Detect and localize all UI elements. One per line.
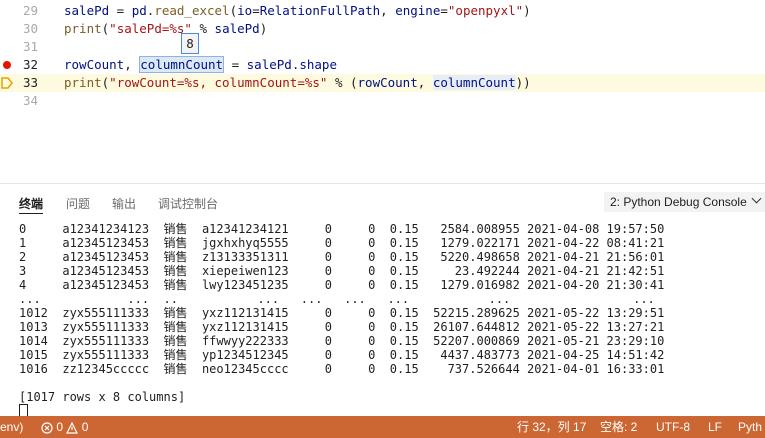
terminal-line: 1012 zyx555111333 销售 yxz112131415 0 0 0.…: [19, 306, 665, 320]
code-token: =: [440, 3, 448, 18]
terminal-line: 4 a12345123453 销售 lwy123451235 0 0 0.15 …: [19, 278, 665, 292]
code-token: ): [259, 21, 268, 36]
code-token: (: [229, 3, 238, 18]
code-token: "salePd=%s": [109, 21, 192, 36]
terminal-line: 1 a12345123453 销售 jgxhxhyq5555 0 0 0.15 …: [19, 236, 665, 250]
terminal-line: 2 a12345123453 销售 z13133351311 0 0 0.15 …: [19, 250, 665, 264]
code-token: engine: [395, 3, 441, 18]
terminal-select-dropdown[interactable]: 2: Python Debug Console: [604, 192, 765, 212]
chevron-down-icon: [751, 193, 762, 204]
warning-count: 0: [81, 420, 89, 434]
terminal-output[interactable]: 0 a12341234123 销售 a12341234121 0 0 0.15 …: [0, 220, 765, 418]
terminal-line: 1015 zyx555111333 销售 yp1234512345 0 0 0.…: [19, 348, 665, 362]
code-token: =: [224, 57, 247, 72]
code-line[interactable]: 32 rowCount, columnCount = salePd.shape: [0, 56, 765, 74]
code-line[interactable]: 29 salePd = pd.read_excel(io=RelationFull…: [0, 2, 765, 20]
code-token: ): [523, 3, 531, 18]
line-number: 34: [22, 93, 38, 108]
tab-debug-console[interactable]: 调试控制台: [158, 195, 218, 212]
terminal-select-value: 2: Python Debug Console: [610, 195, 747, 209]
terminal-line: 3 a12345123453 销售 xiepeiwen123 0 0 0.15 …: [19, 264, 665, 278]
code-token: RelationFullPath: [259, 3, 381, 18]
terminal-line: ... ... .. ... ... ... ... ... ...: [19, 292, 655, 306]
code-token: read_excel: [154, 3, 230, 18]
indentation-setting[interactable]: 空格: 2: [600, 416, 637, 438]
code-token: ,: [380, 3, 396, 18]
line-number: 30: [22, 21, 38, 36]
encoding-setting[interactable]: UTF-8: [656, 416, 690, 438]
code-text: print("salePd=%s" % salePd): [64, 20, 267, 38]
terminal-line: 0 a12341234123 销售 a12341234121 0 0 0.15 …: [19, 222, 665, 236]
status-bar: env) 0 0 行 32，列 17 空格: 2 UTF-8 LF Pyth: [0, 416, 765, 438]
code-token: "openpyxl": [447, 3, 524, 18]
code-token: columnCount: [432, 75, 516, 90]
code-token: print: [64, 21, 102, 36]
code-line[interactable]: 34: [0, 92, 765, 110]
variable-hover-tooltip: 8: [181, 33, 199, 54]
code-token: pd: [131, 3, 147, 18]
code-token: %: [327, 75, 350, 90]
line-number: 29: [22, 3, 38, 18]
code-token: ,: [417, 75, 433, 90]
tab-terminal[interactable]: 终端: [19, 195, 43, 212]
warning-icon: [66, 421, 79, 434]
error-count: 0: [56, 420, 64, 434]
tab-problems[interactable]: 问题: [66, 195, 90, 212]
code-token: rowCount: [357, 75, 418, 90]
python-env-indicator[interactable]: env): [0, 416, 23, 438]
code-token: =: [252, 3, 260, 18]
code-token: salePd: [246, 57, 292, 72]
code-line[interactable]: 33 print("rowCount=%s, columnCount=%s" % …: [0, 74, 765, 92]
code-line[interactable]: 30 print("salePd=%s" % salePd): [0, 20, 765, 38]
active-tab-indicator: [19, 213, 43, 214]
bottom-panel: 终端 问题 输出 调试控制台 2: Python Debug Console 0…: [0, 183, 765, 418]
code-text: print("rowCount=%s, columnCount=%s" % (r…: [64, 74, 531, 92]
terminal-line: 1014 zyx555111333 销售 ffwwyy222333 0 0 0.…: [19, 334, 665, 348]
code-text: rowCount, columnCount = salePd.shape: [64, 56, 337, 74]
tab-output[interactable]: 输出: [112, 195, 136, 212]
code-token: shape: [299, 57, 337, 72]
code-token: "rowCount=%s, columnCount=%s": [109, 75, 328, 90]
code-token: print: [64, 75, 102, 90]
code-token: rowCount: [64, 57, 125, 72]
code-line[interactable]: 31: [0, 38, 765, 56]
code-token: )): [515, 75, 531, 90]
code-token: =: [109, 3, 132, 18]
terminal-line: 1016 zz12345ccccc 销售 neo12345cccc 0 0 0.…: [19, 362, 665, 376]
code-token: ,: [124, 57, 140, 72]
language-mode[interactable]: Pyth: [738, 416, 762, 438]
code-token: salePd: [64, 3, 110, 18]
line-number: 31: [22, 39, 38, 54]
code-token: (: [350, 75, 358, 90]
terminal-line: [1017 rows x 8 columns]: [19, 390, 186, 404]
eol-setting[interactable]: LF: [708, 416, 722, 438]
error-icon: [41, 422, 53, 434]
code-token: io: [237, 3, 253, 18]
code-token: salePd: [214, 21, 260, 36]
line-number: 32: [22, 57, 38, 72]
panel-tabs: 终端 问题 输出 调试控制台: [0, 184, 600, 220]
cursor-position[interactable]: 行 32，列 17: [517, 416, 586, 438]
terminal-line: 1013 zyx555111333 销售 yxz112131415 0 0 0.…: [19, 320, 665, 334]
code-text: salePd = pd.read_excel(io=RelationFullPa…: [64, 2, 531, 20]
code-token: columnCount: [139, 56, 225, 73]
line-number: 33: [22, 75, 38, 90]
problems-indicator[interactable]: 0 0: [41, 416, 88, 438]
code-editor[interactable]: 29 salePd = pd.read_excel(io=RelationFull…: [0, 0, 765, 183]
